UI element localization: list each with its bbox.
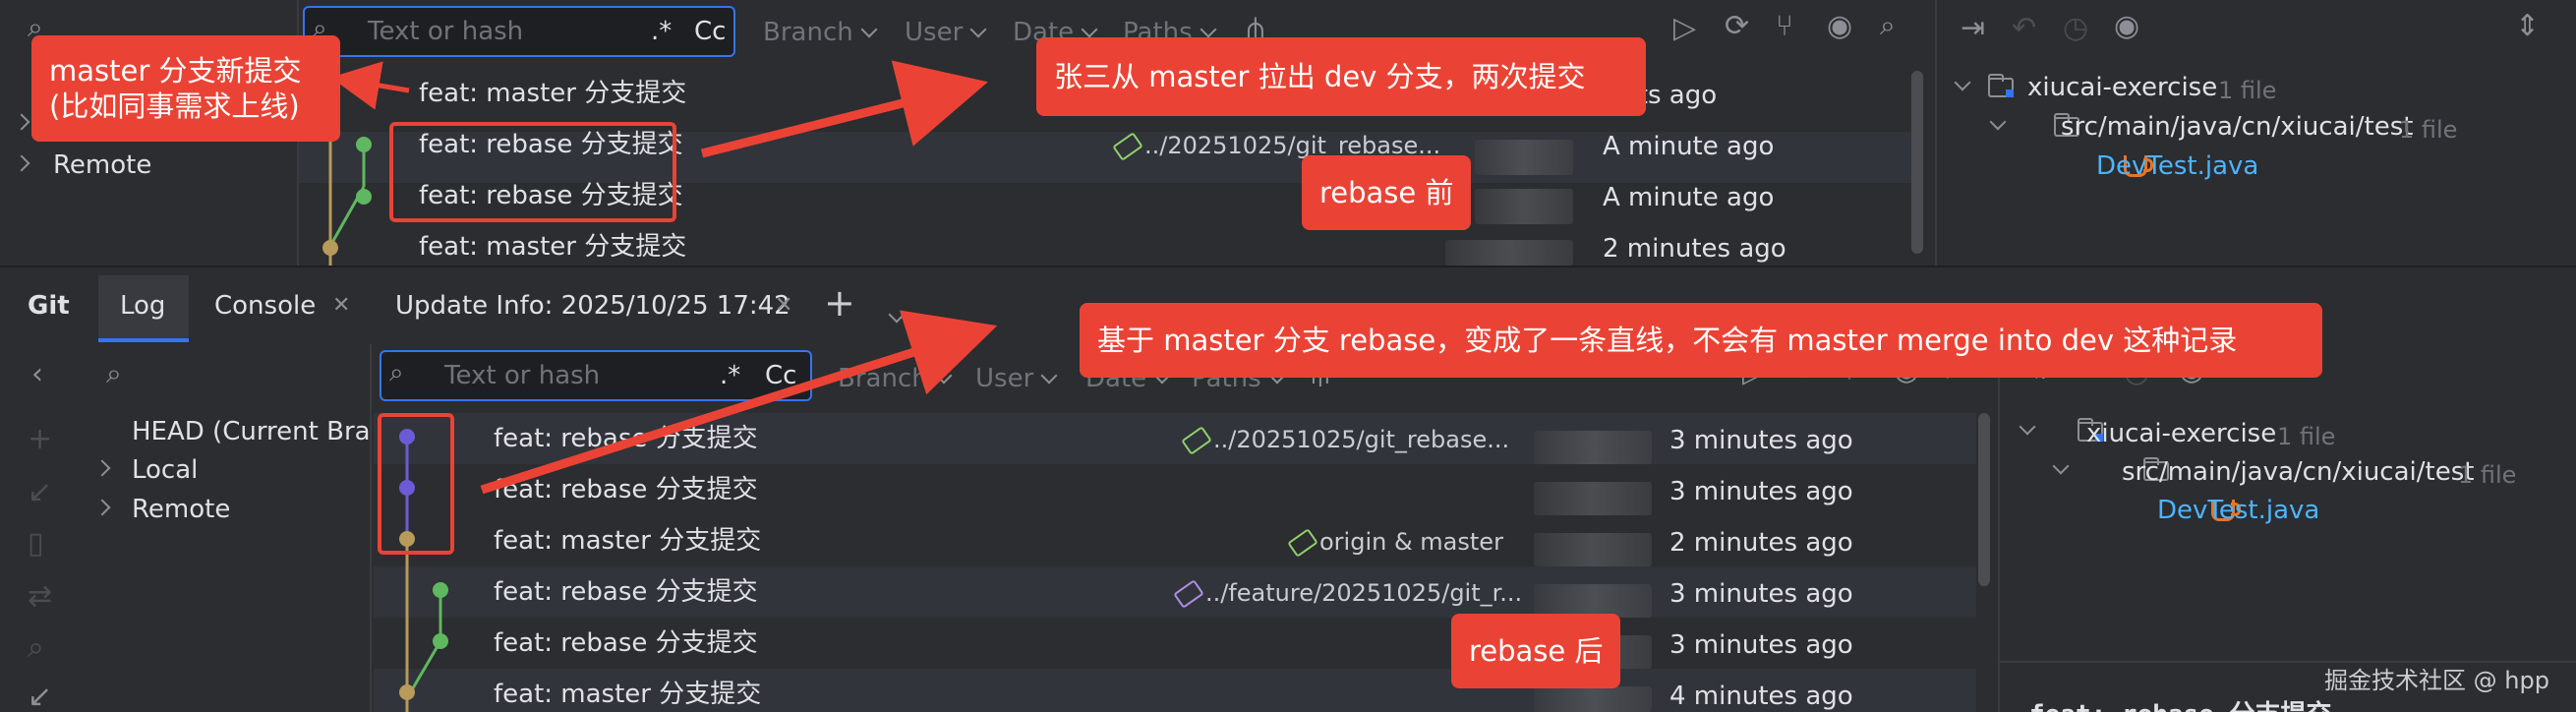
- annotation-arrows: [330, 60, 998, 495]
